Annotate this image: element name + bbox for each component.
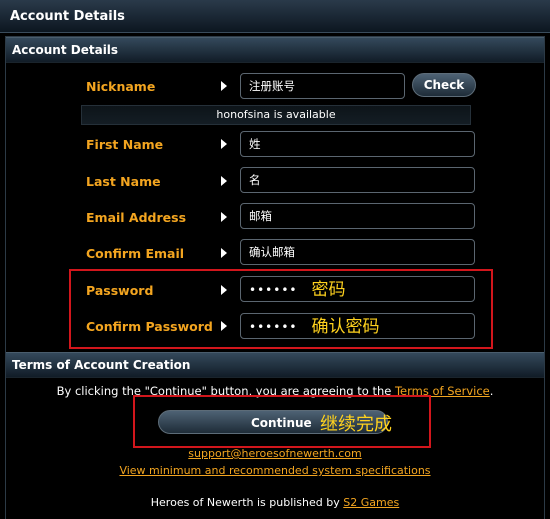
- s2-games-link[interactable]: S2 Games: [343, 496, 399, 509]
- window-title: Account Details: [10, 9, 125, 24]
- publisher-footer: Heroes of Newerth is published by S2 Gam…: [0, 496, 550, 509]
- last-name-input[interactable]: 名: [240, 167, 475, 193]
- continue-highlight-box: [133, 395, 431, 448]
- confirm-email-input[interactable]: 确认邮箱: [240, 239, 475, 265]
- nickname-input[interactable]: 注册账号: [240, 73, 405, 99]
- check-button[interactable]: Check: [412, 73, 476, 97]
- email-input[interactable]: 邮箱: [240, 203, 475, 229]
- email-label: Email Address: [86, 210, 187, 225]
- first-name-input[interactable]: 姓: [240, 131, 475, 157]
- terms-period: .: [489, 384, 494, 398]
- last-name-label: Last Name: [86, 174, 161, 189]
- terms-heading: Terms of Account Creation: [12, 358, 191, 372]
- account-details-header: Account Details: [6, 37, 544, 63]
- arrow-icon: [221, 176, 227, 186]
- availability-bar: honofsina is available: [6, 105, 544, 125]
- arrow-icon: [221, 81, 227, 91]
- first-name-label: First Name: [86, 137, 164, 152]
- arrow-icon: [221, 248, 227, 258]
- password-highlight-box: [69, 269, 493, 349]
- window-title-bar: Account Details: [0, 0, 550, 33]
- specs-link-row: View minimum and recommended system spec…: [0, 464, 550, 477]
- arrow-icon: [221, 212, 227, 222]
- footer-text: Heroes of Newerth is published by: [150, 496, 344, 509]
- support-link-row: support@heroesofnewerth.com: [0, 447, 550, 460]
- account-details-heading: Account Details: [12, 43, 119, 57]
- arrow-icon: [221, 139, 227, 149]
- support-email-link[interactable]: support@heroesofnewerth.com: [188, 447, 361, 460]
- system-specs-link[interactable]: View minimum and recommended system spec…: [119, 464, 430, 477]
- availability-message: honofsina is available: [81, 105, 471, 125]
- confirm-email-label: Confirm Email: [86, 246, 185, 261]
- terms-header: Terms of Account Creation: [6, 352, 544, 378]
- nickname-label: Nickname: [86, 79, 156, 94]
